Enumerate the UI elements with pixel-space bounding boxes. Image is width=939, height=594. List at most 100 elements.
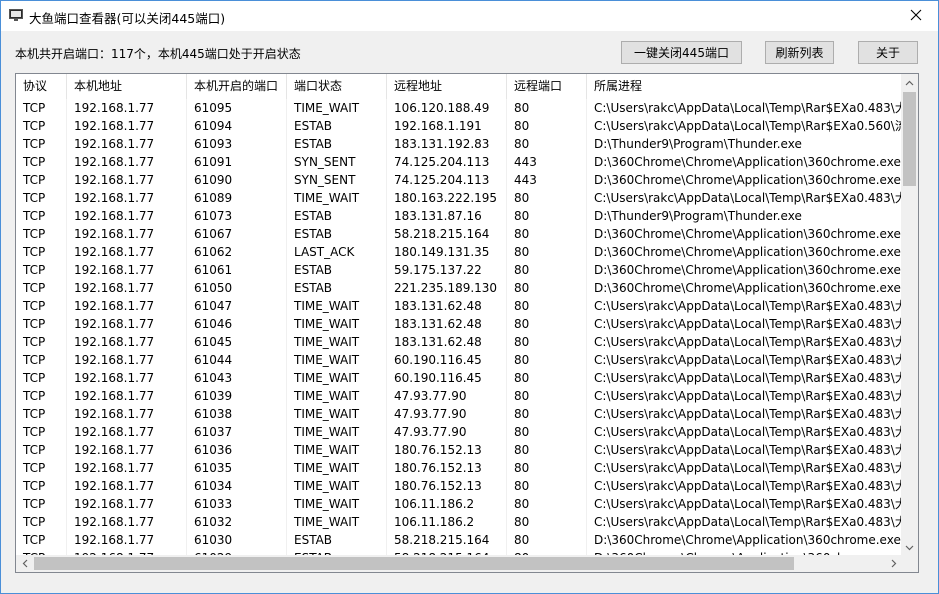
cell-port-state: TIME_WAIT [287,459,387,477]
column-header-local-port[interactable]: 本机开启的端口 [187,74,287,99]
cell-local-port: 61095 [187,99,287,117]
table-row[interactable]: TCP 192.168.1.77 61090 SYN_SENT 74.125.204.1… [16,171,902,189]
cell-port-state: TIME_WAIT [287,189,387,207]
cell-local-port: 61033 [187,495,287,513]
cell-protocol: TCP [16,225,67,243]
table-row[interactable]: TCP 192.168.1.77 61032 TIME_WAIT 106.11.186.… [16,513,902,531]
column-header-remote-address[interactable]: 远程地址 [387,74,507,99]
cell-local-port: 61043 [187,369,287,387]
table-row[interactable]: TCP 192.168.1.77 61043 TIME_WAIT 60.190.116.… [16,369,902,387]
chevron-up-icon[interactable] [901,74,918,91]
cell-remote-port: 80 [507,351,587,369]
cell-port-state: TIME_WAIT [287,477,387,495]
horizontal-scroll-thumb[interactable] [34,557,794,570]
title-bar[interactable]: 大鱼端口查看器(可以关闭445端口) [1,1,938,31]
table-row[interactable]: TCP 192.168.1.77 61038 TIME_WAIT 47.93.77.90… [16,405,902,423]
vertical-scroll-thumb[interactable] [903,92,916,186]
cell-process: C:\Users\rakc\AppData\Local\Temp\Rar$EXa… [594,317,902,331]
cell-local-address: 192.168.1.77 [67,333,187,351]
table-row[interactable]: TCP 192.168.1.77 61091 SYN_SENT 74.125.204.1… [16,153,902,171]
horizontal-scrollbar[interactable] [16,555,902,572]
table-row[interactable]: TCP 192.168.1.77 61094 ESTAB 192.168.1.191 80… [16,117,902,135]
refresh-list-button[interactable]: 刷新列表 [765,41,834,64]
cell-remote-port: 80 [507,297,587,315]
table-row[interactable]: TCP 192.168.1.77 61095 TIME_WAIT 106.120.188… [16,99,902,117]
port-status-text: 本机共开启端口：117个，本机445端口处于开启状态 [15,47,301,61]
table-row[interactable]: TCP 192.168.1.77 61036 TIME_WAIT 180.76.152.… [16,441,902,459]
table-row[interactable]: TCP 192.168.1.77 61062 LAST_ACK 180.149.131.… [16,243,902,261]
about-button[interactable]: 关于 [858,41,918,64]
cell-port-state: ESTAB [287,261,387,279]
cell-remote-port: 80 [507,135,587,153]
table-row[interactable]: TCP 192.168.1.77 61035 TIME_WAIT 180.76.152.… [16,459,902,477]
close-445-button[interactable]: 一键关闭445端口 [621,41,742,64]
cell-process: C:\Users\rakc\AppData\Local\Temp\Rar$EXa… [594,407,902,421]
table-row[interactable]: TCP 192.168.1.77 61039 TIME_WAIT 47.93.77.90… [16,387,902,405]
cell-local-address: 192.168.1.77 [67,495,187,513]
table-row[interactable]: TCP 192.168.1.77 61034 TIME_WAIT 180.76.152.… [16,477,902,495]
cell-local-address: 192.168.1.77 [67,477,187,495]
cell-local-address: 192.168.1.77 [67,441,187,459]
cell-local-address: 192.168.1.77 [67,207,187,225]
cell-protocol: TCP [16,369,67,387]
cell-remote-port: 80 [507,243,587,261]
port-list[interactable]: 协议 本机地址 本机开启的端口 端口状态 远程地址 远程端口 所属进程 TCP 1… [15,73,919,573]
cell-port-state: TIME_WAIT [287,99,387,117]
column-header-local-address[interactable]: 本机地址 [67,74,187,99]
table-row[interactable]: TCP 192.168.1.77 61093 ESTAB 183.131.192.83 8… [16,135,902,153]
cell-local-port: 61050 [187,279,287,297]
cell-protocol: TCP [16,495,67,513]
cell-remote-address: 47.93.77.90 [387,423,507,441]
cell-local-port: 61032 [187,513,287,531]
table-row[interactable]: TCP 192.168.1.77 61050 ESTAB 221.235.189.130… [16,279,902,297]
cell-protocol: TCP [16,243,67,261]
vertical-scrollbar[interactable] [901,74,918,556]
table-row[interactable]: TCP 192.168.1.77 61046 TIME_WAIT 183.131.62.… [16,315,902,333]
cell-remote-port: 80 [507,117,587,135]
chevron-down-icon[interactable] [901,539,918,556]
cell-process: D:\360Chrome\Chrome\Application\360chrom… [594,155,901,169]
table-row[interactable]: TCP 192.168.1.77 61037 TIME_WAIT 47.93.77.90… [16,423,902,441]
cell-remote-port: 80 [507,99,587,117]
window-close-button[interactable] [894,1,938,31]
cell-port-state: TIME_WAIT [287,405,387,423]
table-row[interactable]: TCP 192.168.1.77 61073 ESTAB 183.131.87.16 80… [16,207,902,225]
cell-remote-address: 180.76.152.13 [387,477,507,495]
table-row[interactable]: TCP 192.168.1.77 61033 TIME_WAIT 106.11.186.… [16,495,902,513]
cell-local-address: 192.168.1.77 [67,189,187,207]
cell-remote-address: 183.131.62.48 [387,297,507,315]
cell-process: C:\Users\rakc\AppData\Local\Temp\Rar$EXa… [594,497,902,511]
cell-remote-port: 80 [507,261,587,279]
cell-port-state: ESTAB [287,207,387,225]
column-header-process[interactable]: 所属进程 [587,74,902,99]
table-row[interactable]: TCP 192.168.1.77 61047 TIME_WAIT 183.131.62.… [16,297,902,315]
cell-local-address: 192.168.1.77 [67,513,187,531]
cell-port-state: ESTAB [287,279,387,297]
cell-remote-address: 183.131.62.48 [387,315,507,333]
column-header-remote-port[interactable]: 远程端口 [507,74,587,99]
column-header-port-state[interactable]: 端口状态 [287,74,387,99]
cell-process: C:\Users\rakc\AppData\Local\Temp\Rar$EXa… [594,335,902,349]
cell-port-state: ESTAB [287,225,387,243]
table-row[interactable]: TCP 192.168.1.77 61067 ESTAB 58.218.215.164 8… [16,225,902,243]
cell-process: C:\Users\rakc\AppData\Local\Temp\Rar$EXa… [594,353,902,367]
table-row[interactable]: TCP 192.168.1.77 61045 TIME_WAIT 183.131.62.… [16,333,902,351]
cell-local-address: 192.168.1.77 [67,459,187,477]
column-header-protocol[interactable]: 协议 [16,74,67,99]
cell-local-port: 61036 [187,441,287,459]
table-row[interactable]: TCP 192.168.1.77 61089 TIME_WAIT 180.163.222… [16,189,902,207]
cell-local-port: 61089 [187,189,287,207]
chevron-right-icon[interactable] [885,555,902,572]
table-row[interactable]: TCP 192.168.1.77 61061 ESTAB 59.175.137.22 80… [16,261,902,279]
chevron-left-icon[interactable] [16,555,33,572]
cell-port-state: TIME_WAIT [287,441,387,459]
cell-local-port: 61090 [187,171,287,189]
cell-protocol: TCP [16,441,67,459]
cell-remote-address: 106.11.186.2 [387,513,507,531]
table-row[interactable]: TCP 192.168.1.77 61044 TIME_WAIT 60.190.116.… [16,351,902,369]
table-row[interactable]: TCP 192.168.1.77 61030 ESTAB 58.218.215.164 8… [16,531,902,549]
cell-process: C:\Users\rakc\AppData\Local\Temp\Rar$EXa… [594,479,902,493]
cell-protocol: TCP [16,207,67,225]
cell-process: C:\Users\rakc\AppData\Local\Temp\Rar$EXa… [594,299,902,313]
cell-local-address: 192.168.1.77 [67,531,187,549]
